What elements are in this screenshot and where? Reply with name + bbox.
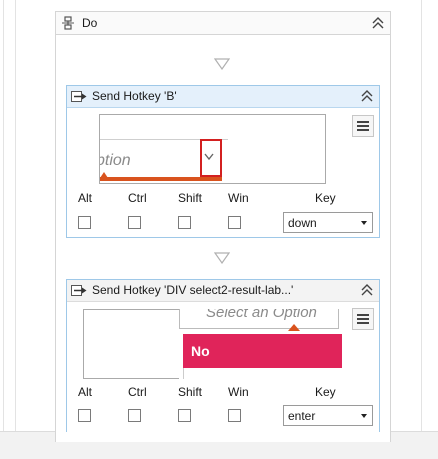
hamburger-menu-icon-bar: [357, 318, 369, 320]
key-label: Key: [315, 191, 336, 205]
collapse-chevrons-icon[interactable]: [360, 89, 374, 103]
preview-orange-bar: [100, 177, 222, 181]
ctrl-checkbox[interactable]: [128, 216, 141, 229]
preview-placeholder-text: ption: [99, 152, 131, 169]
preview-placeholder-text: Select an Option: [206, 309, 317, 321]
alt-checkbox[interactable]: [78, 216, 91, 229]
activity-header[interactable]: Send Hotkey 'DIV select2-result-lab...': [67, 280, 379, 302]
sequence-header[interactable]: Do: [56, 12, 390, 35]
ctrl-checkbox[interactable]: [128, 409, 141, 422]
preview-select-field: Select an Option: [179, 309, 339, 329]
win-checkbox[interactable]: [228, 409, 241, 422]
send-hotkey-icon: [71, 91, 87, 102]
key-dropdown-value: enter: [288, 409, 316, 423]
highlighted-option: No: [183, 334, 342, 368]
hamburger-menu-icon-bar: [357, 129, 369, 131]
preview-orange-caret: [100, 172, 108, 178]
connector-arrow-icon: [214, 58, 230, 70]
ctrl-label: Ctrl: [128, 191, 147, 205]
hamburger-menu-icon-bar: [357, 125, 369, 127]
element-screenshot-preview[interactable]: ption: [99, 114, 326, 184]
activity-title: Send Hotkey 'DIV select2-result-lab...': [92, 283, 294, 297]
collapse-chevrons-icon[interactable]: [371, 16, 385, 30]
shift-checkbox[interactable]: [178, 216, 191, 229]
dropdown-arrow-icon: [361, 414, 367, 418]
left-guide-line: [3, 0, 4, 432]
shift-label: Shift: [178, 191, 203, 205]
key-dropdown[interactable]: down: [283, 212, 373, 233]
sequence-icon: [62, 16, 74, 30]
hamburger-menu-icon: [357, 314, 369, 316]
hamburger-menu-icon-bar: [357, 322, 369, 324]
alt-checkbox[interactable]: [78, 409, 91, 422]
activity-send-hotkey-1[interactable]: Send Hotkey 'B' ption Alt Ctrl Shift Win…: [66, 85, 380, 238]
key-dropdown[interactable]: enter: [283, 405, 373, 426]
key-label: Key: [315, 385, 336, 399]
ctrl-label: Ctrl: [128, 385, 147, 399]
collapse-chevrons-icon[interactable]: [360, 283, 374, 297]
win-label: Win: [228, 385, 249, 399]
activity-menu-button[interactable]: [352, 308, 374, 330]
connector-arrow-icon: [214, 252, 230, 264]
activity-menu-button[interactable]: [352, 115, 374, 137]
element-screenshot-preview-right[interactable]: Select an Option No: [179, 309, 342, 379]
activity-header[interactable]: Send Hotkey 'B': [67, 86, 379, 108]
shift-label: Shift: [178, 385, 203, 399]
win-checkbox[interactable]: [228, 216, 241, 229]
hamburger-menu-icon: [357, 121, 369, 123]
key-dropdown-value: down: [288, 216, 317, 230]
send-hotkey-icon: [71, 285, 87, 296]
left-guide-line: [15, 0, 16, 432]
win-label: Win: [228, 191, 249, 205]
preview-orange-caret: [288, 324, 300, 331]
shift-checkbox[interactable]: [178, 409, 191, 422]
target-highlight-box: [200, 139, 222, 177]
dropdown-arrow-icon: [361, 221, 367, 225]
alt-label: Alt: [78, 385, 93, 399]
activity-send-hotkey-2[interactable]: Send Hotkey 'DIV select2-result-lab...' …: [66, 279, 380, 432]
element-screenshot-preview-left[interactable]: [83, 309, 181, 379]
right-guide-line: [421, 0, 422, 432]
activity-title: Send Hotkey 'B': [92, 89, 177, 103]
next-option-row: [183, 368, 342, 379]
alt-label: Alt: [78, 191, 93, 205]
sequence-title: Do: [82, 16, 98, 30]
highlighted-option-label: No: [191, 343, 210, 359]
